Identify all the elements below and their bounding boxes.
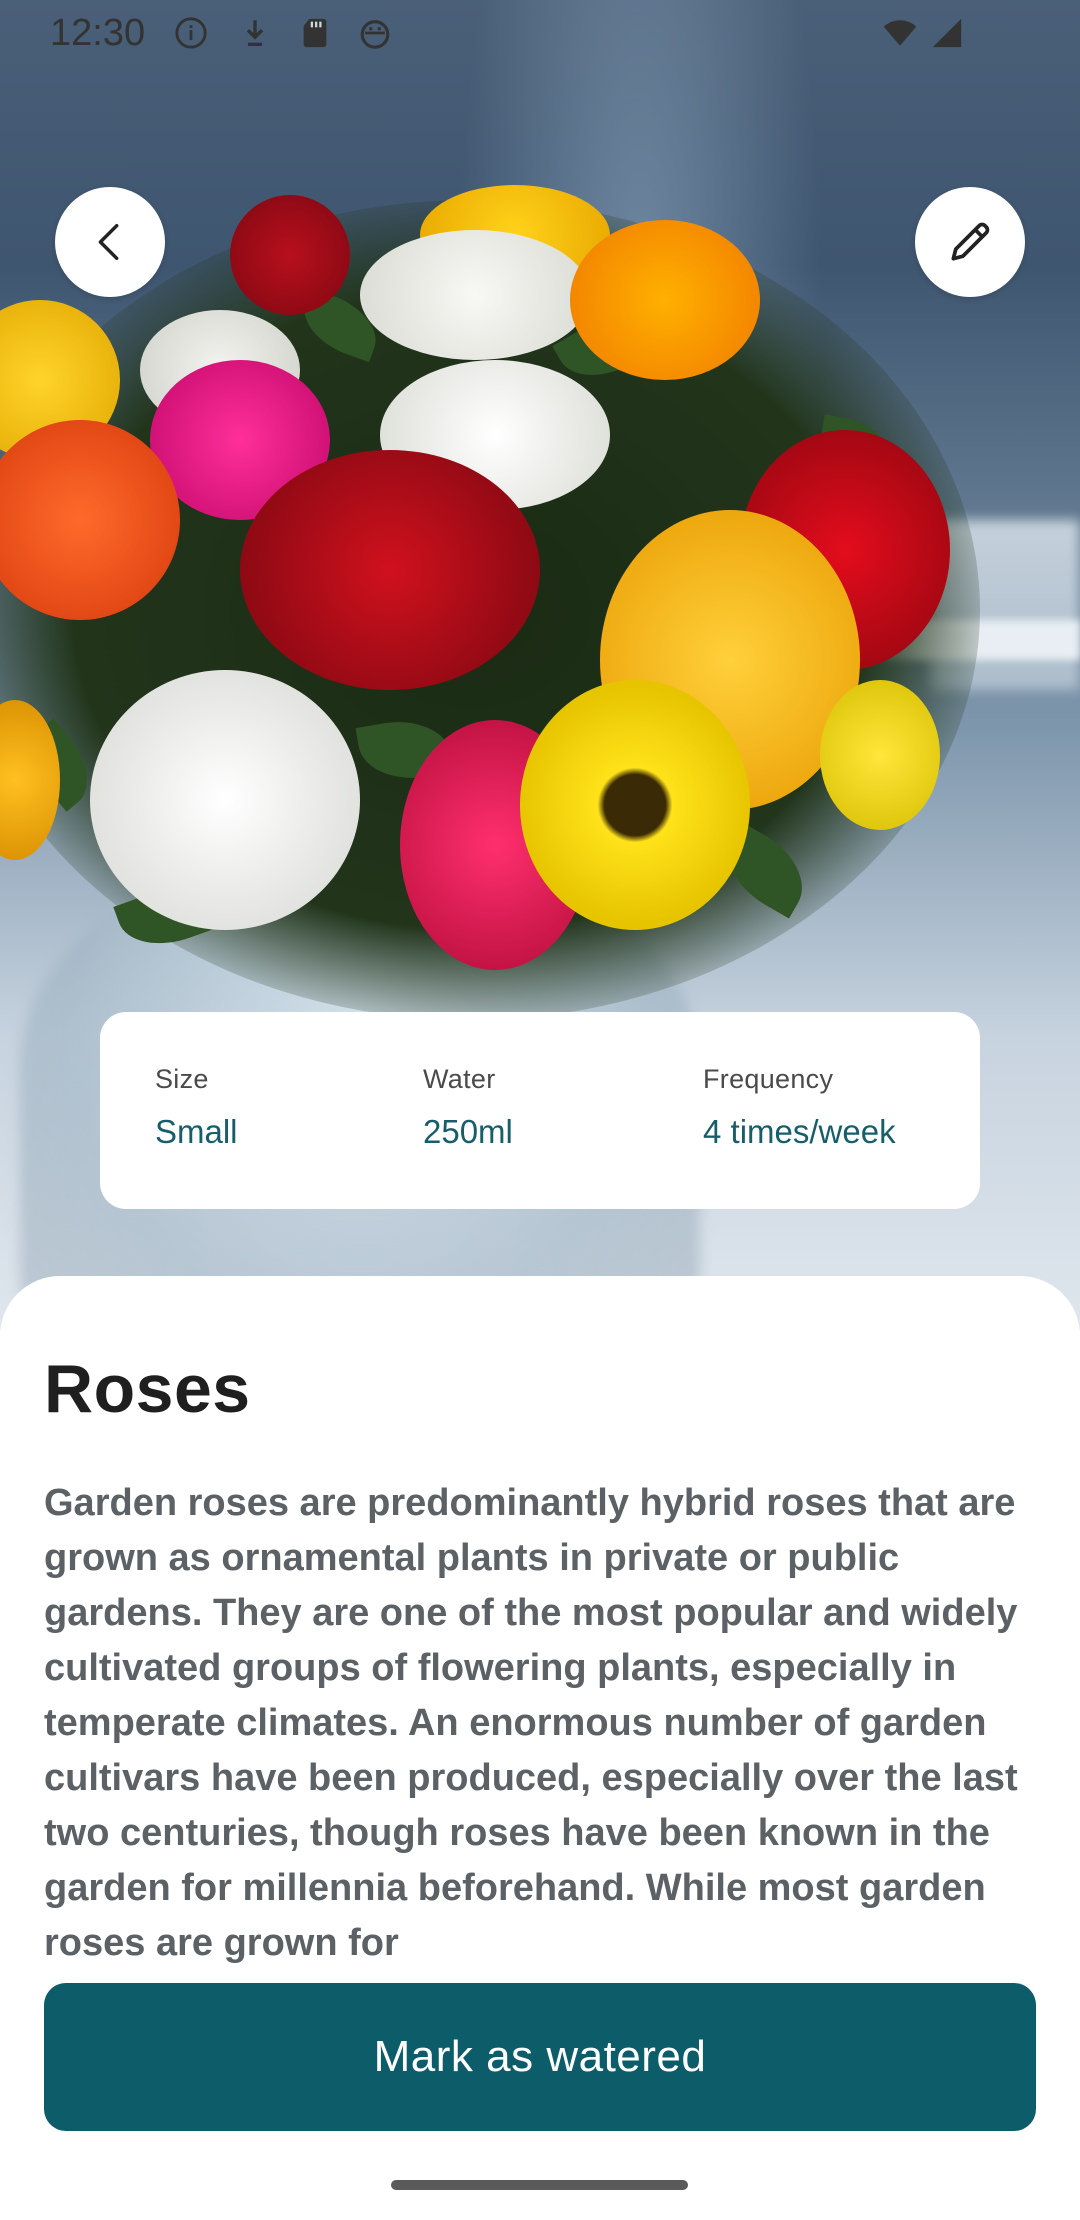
download-icon xyxy=(246,20,264,47)
size-value: Small xyxy=(155,1113,238,1150)
plant-description: Garden roses are predominantly hybrid ro… xyxy=(44,1482,1018,1964)
water-label: Water xyxy=(423,1064,496,1094)
frequency-value: 4 times/week xyxy=(703,1113,896,1150)
status-bar: 12:30 xyxy=(0,0,1080,66)
home-indicator[interactable] xyxy=(391,2180,688,2190)
frequency-info: Frequency 4 times/week xyxy=(703,1064,896,1209)
size-info: Size Small xyxy=(155,1064,423,1209)
care-info-card: Size Small Water 250ml Frequency 4 times… xyxy=(100,1012,980,1209)
back-button[interactable] xyxy=(55,187,165,297)
android-icon xyxy=(360,20,390,49)
wifi-icon xyxy=(883,20,917,46)
sd-card-icon xyxy=(303,18,327,48)
frequency-label: Frequency xyxy=(703,1064,834,1094)
mark-as-watered-button[interactable]: Mark as watered xyxy=(44,1983,1036,2131)
plant-name: Roses xyxy=(44,1351,251,1427)
status-time: 12:30 xyxy=(50,12,146,54)
info-icon xyxy=(175,17,207,49)
chevron-left-icon xyxy=(98,223,119,261)
size-label: Size xyxy=(155,1064,209,1094)
pencil-icon xyxy=(951,222,990,261)
edit-button[interactable] xyxy=(915,187,1025,297)
signal-icon xyxy=(932,18,962,48)
water-value: 250ml xyxy=(423,1113,513,1150)
water-info: Water 250ml xyxy=(423,1064,703,1209)
